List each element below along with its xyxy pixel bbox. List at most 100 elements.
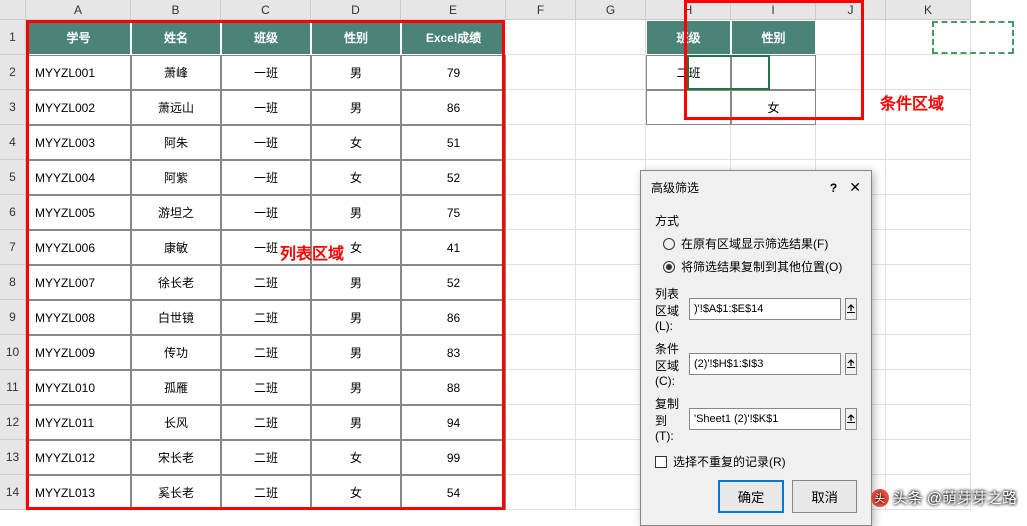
ok-button[interactable]: 确定: [718, 480, 785, 513]
unique-records-checkbox[interactable]: [655, 456, 667, 468]
col-header-A[interactable]: A: [26, 0, 131, 20]
row-header-10[interactable]: 10: [0, 335, 26, 370]
cell[interactable]: 一班: [221, 55, 311, 90]
cell[interactable]: [731, 55, 816, 90]
cell[interactable]: 男: [311, 90, 401, 125]
cell[interactable]: 男: [311, 370, 401, 405]
cell[interactable]: 二班: [221, 300, 311, 335]
col-header-F[interactable]: F: [506, 0, 576, 20]
cell[interactable]: MYYZL008: [26, 300, 131, 335]
cell[interactable]: 萧峰: [131, 55, 221, 90]
col-header-H[interactable]: H: [646, 0, 731, 20]
cell[interactable]: [506, 370, 576, 405]
cell[interactable]: 阿紫: [131, 160, 221, 195]
cell[interactable]: [886, 160, 971, 195]
radio-copy-to-location[interactable]: [663, 261, 675, 273]
cancel-button[interactable]: 取消: [792, 480, 857, 513]
cell[interactable]: MYYZL005: [26, 195, 131, 230]
cell[interactable]: 奚长老: [131, 475, 221, 510]
cell[interactable]: MYYZL001: [26, 55, 131, 90]
cell[interactable]: 51: [401, 125, 506, 160]
cell[interactable]: 阿朱: [131, 125, 221, 160]
cell[interactable]: 二班: [646, 55, 731, 90]
cell[interactable]: 41: [401, 230, 506, 265]
cell[interactable]: MYYZL004: [26, 160, 131, 195]
cell[interactable]: 男: [311, 300, 401, 335]
cell[interactable]: [646, 90, 731, 125]
cell[interactable]: 一班: [221, 90, 311, 125]
cell[interactable]: [886, 55, 971, 90]
cell[interactable]: 二班: [221, 440, 311, 475]
cell[interactable]: [506, 440, 576, 475]
cell[interactable]: 康敏: [131, 230, 221, 265]
cell[interactable]: 班级: [221, 20, 311, 55]
copy-to-input[interactable]: [689, 408, 841, 430]
cell[interactable]: 99: [401, 440, 506, 475]
cell[interactable]: [576, 160, 646, 195]
cell[interactable]: [576, 335, 646, 370]
cell[interactable]: 姓名: [131, 20, 221, 55]
select-all-corner[interactable]: [0, 0, 26, 20]
cell[interactable]: [731, 125, 816, 160]
dialog-titlebar[interactable]: 高级筛选 ? ✕: [641, 171, 871, 204]
col-header-E[interactable]: E: [401, 0, 506, 20]
criteria-range-picker-button[interactable]: [845, 353, 857, 375]
row-header-5[interactable]: 5: [0, 160, 26, 195]
criteria-range-input[interactable]: [689, 353, 841, 375]
cell[interactable]: [576, 230, 646, 265]
cell[interactable]: [506, 475, 576, 510]
col-header-B[interactable]: B: [131, 0, 221, 20]
cell[interactable]: MYYZL002: [26, 90, 131, 125]
cell[interactable]: [886, 195, 971, 230]
dialog-close-button[interactable]: ✕: [849, 179, 861, 196]
cell[interactable]: MYYZL012: [26, 440, 131, 475]
cell[interactable]: [886, 370, 971, 405]
cell[interactable]: [506, 335, 576, 370]
cell[interactable]: 54: [401, 475, 506, 510]
cell[interactable]: 男: [311, 55, 401, 90]
cell[interactable]: MYYZL013: [26, 475, 131, 510]
col-header-I[interactable]: I: [731, 0, 816, 20]
cell[interactable]: 75: [401, 195, 506, 230]
cell[interactable]: [816, 55, 886, 90]
cell[interactable]: 一班: [221, 125, 311, 160]
row-header-14[interactable]: 14: [0, 475, 26, 510]
cell[interactable]: 女: [311, 125, 401, 160]
cell[interactable]: 二班: [221, 405, 311, 440]
cell[interactable]: [646, 125, 731, 160]
cell[interactable]: [816, 125, 886, 160]
cell[interactable]: [576, 300, 646, 335]
cell[interactable]: MYYZL010: [26, 370, 131, 405]
cell[interactable]: MYYZL009: [26, 335, 131, 370]
row-header-6[interactable]: 6: [0, 195, 26, 230]
cell[interactable]: MYYZL003: [26, 125, 131, 160]
cell[interactable]: 88: [401, 370, 506, 405]
cell[interactable]: 一班: [221, 160, 311, 195]
cell[interactable]: [576, 55, 646, 90]
cell[interactable]: MYYZL007: [26, 265, 131, 300]
cell[interactable]: 游坦之: [131, 195, 221, 230]
cell[interactable]: [576, 475, 646, 510]
cell[interactable]: Excel成绩: [401, 20, 506, 55]
cell[interactable]: 男: [311, 335, 401, 370]
cell[interactable]: 一班: [221, 195, 311, 230]
row-header-13[interactable]: 13: [0, 440, 26, 475]
cell[interactable]: 52: [401, 160, 506, 195]
cell[interactable]: 女: [311, 160, 401, 195]
row-header-2[interactable]: 2: [0, 55, 26, 90]
cell[interactable]: [506, 90, 576, 125]
col-header-C[interactable]: C: [221, 0, 311, 20]
row-header-4[interactable]: 4: [0, 125, 26, 160]
row-header-8[interactable]: 8: [0, 265, 26, 300]
cell[interactable]: 徐长老: [131, 265, 221, 300]
cell[interactable]: [576, 405, 646, 440]
row-header-1[interactable]: 1: [0, 20, 26, 55]
cell[interactable]: [576, 370, 646, 405]
copy-to-picker-button[interactable]: [845, 408, 857, 430]
cell[interactable]: [506, 265, 576, 300]
cell[interactable]: 男: [311, 405, 401, 440]
cell[interactable]: [816, 20, 886, 55]
cell[interactable]: 女: [311, 440, 401, 475]
row-header-12[interactable]: 12: [0, 405, 26, 440]
cell[interactable]: 白世镜: [131, 300, 221, 335]
